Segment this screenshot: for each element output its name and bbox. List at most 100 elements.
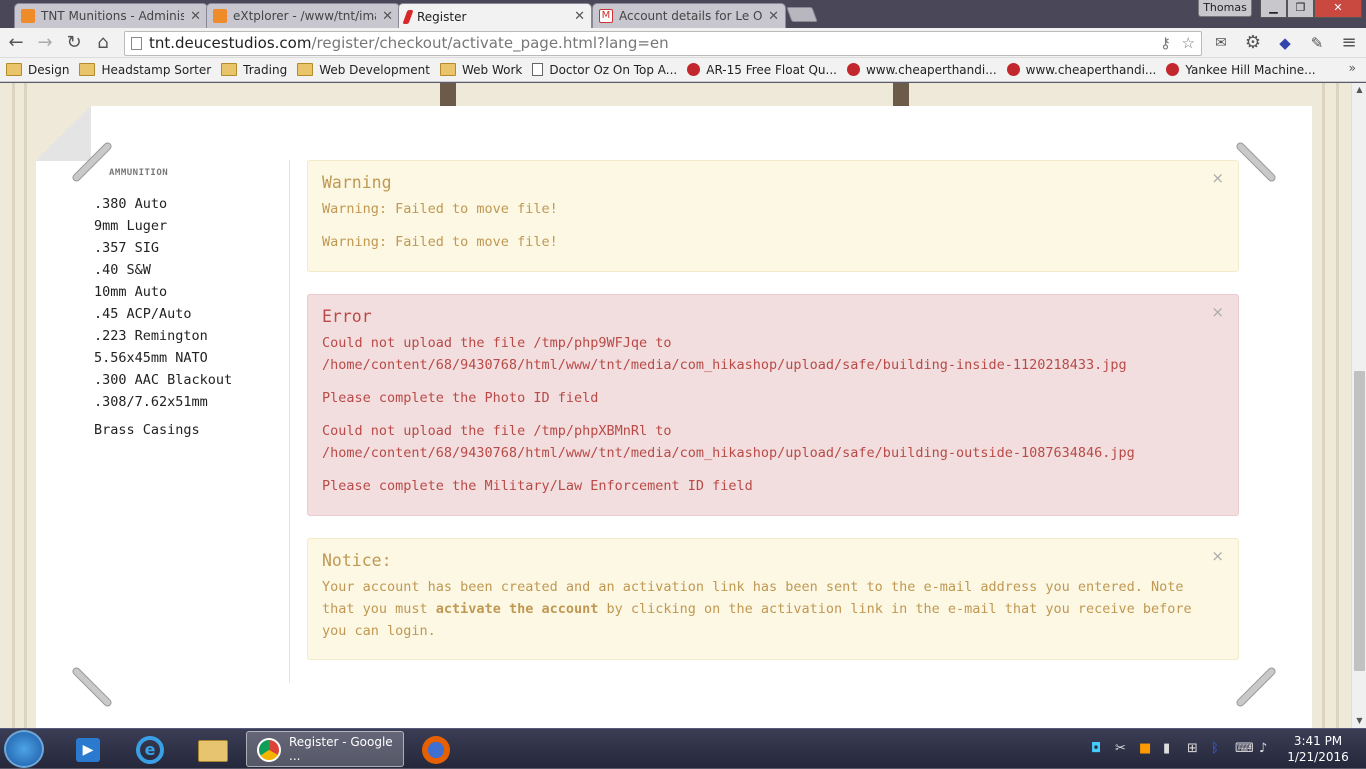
sidebar-item[interactable]: .308/7.62x51mm [94, 394, 208, 410]
eyedropper-icon[interactable]: ✎ [1306, 32, 1328, 54]
bookmark-label: Yankee Hill Machine... [1185, 62, 1316, 77]
bookmark-label: www.cheaperthandi... [865, 62, 997, 77]
bookmark-yankee-hill[interactable]: Yankee Hill Machine... [1166, 62, 1316, 77]
tab-register[interactable]: Register ✕ [398, 3, 592, 29]
alert-message: Please complete the Photo ID field [322, 390, 599, 406]
bookmark-label: Trading [243, 62, 288, 77]
close-alert-icon[interactable]: × [1211, 547, 1224, 565]
tab-tnt-admin[interactable]: TNT Munitions - Administr ✕ [14, 3, 208, 28]
tab-strip: TNT Munitions - Administr ✕ eXtplorer - … [0, 0, 1366, 29]
tab-title: Account details for Le One [619, 9, 763, 23]
sidebar-heading: AMMUNITION [109, 168, 169, 178]
sidebar-item[interactable]: .380 Auto [94, 196, 167, 212]
bookmark-star-icon[interactable]: ☆ [1182, 32, 1195, 55]
bookmark-headstamp-sorter[interactable]: Headstamp Sorter [79, 63, 211, 77]
reload-icon[interactable]: ↻ [63, 32, 85, 54]
back-icon[interactable]: ← [5, 32, 27, 54]
tray-app-icon[interactable]: ■ [1139, 741, 1151, 756]
sidebar-item[interactable]: .45 ACP/Auto [94, 306, 192, 322]
minimize-icon[interactable]: ▁ [1260, 0, 1287, 18]
bookmark-label: Web Work [461, 62, 523, 77]
close-tab-icon[interactable]: ✕ [190, 9, 201, 24]
sidebar-item[interactable]: 9mm Luger [94, 218, 167, 234]
bookmark-cheaperthandirt-1[interactable]: www.cheaperthandi... [846, 62, 997, 77]
close-tab-icon[interactable]: ✕ [768, 9, 779, 24]
sidebar-item[interactable]: 5.56x45mm NATO [94, 350, 208, 366]
scrollbar-thumb[interactable] [1354, 371, 1365, 671]
media-player-icon[interactable]: ▶ [62, 733, 114, 767]
gmail-icon: M [599, 9, 613, 23]
clock-date: 1/21/2016 [1287, 750, 1349, 764]
sidebar-item[interactable]: .40 S&W [94, 262, 151, 278]
profile-button[interactable]: Thomas [1198, 0, 1252, 17]
more-bookmarks-icon[interactable]: » [1349, 61, 1356, 75]
key-icon[interactable]: ⚷ [1160, 32, 1171, 55]
scroll-down-icon[interactable]: ▼ [1352, 714, 1366, 728]
gear-icon[interactable]: ⚙ [1242, 32, 1264, 54]
folder-icon [439, 63, 456, 76]
sidebar-item[interactable]: .357 SIG [94, 240, 159, 256]
bluetooth-icon[interactable]: ᛒ [1211, 741, 1219, 756]
tray-app-icon[interactable]: ◘ [1091, 741, 1101, 756]
ammunition-sidebar: AMMUNITION .380 Auto 9mm Luger .357 SIG … [94, 160, 290, 683]
close-alert-icon[interactable]: × [1211, 169, 1224, 187]
folder-icon [297, 63, 314, 76]
bookmarks-bar: Design Headstamp Sorter Trading Web Deve… [0, 58, 1366, 82]
clock[interactable]: 3:41 PM 1/21/2016 [1280, 733, 1356, 765]
address-bar[interactable]: tnt.deucestudios.com/register/checkout/a… [124, 31, 1202, 56]
close-alert-icon[interactable]: × [1211, 303, 1224, 321]
tray-app-icon[interactable]: ✂ [1115, 741, 1126, 756]
tab-gmail[interactable]: M Account details for Le One ✕ [592, 3, 786, 28]
clock-time: 3:41 PM [1293, 734, 1343, 748]
bookmark-cheaperthandirt-2[interactable]: www.cheaperthandi... [1006, 63, 1156, 77]
taskbar-chrome-window[interactable]: Register - Google ... [246, 731, 404, 767]
sidebar-item[interactable]: .223 Remington [94, 328, 208, 344]
bookmark-doctor-oz[interactable]: Doctor Oz On Top A... [532, 63, 677, 77]
internet-explorer-icon[interactable]: e [124, 733, 176, 767]
start-button[interactable] [4, 730, 44, 768]
extension-icon[interactable]: ✉ [1210, 32, 1232, 54]
bookmark-web-development[interactable]: Web Development [297, 63, 430, 77]
notice-bold-text: activate the account [435, 601, 599, 617]
close-tab-icon[interactable]: ✕ [382, 9, 393, 24]
bookmark-ar15[interactable]: AR-15 Free Float Qu... [687, 63, 837, 77]
tab-extplorer[interactable]: eXtplorer - /www/tnt/imag ✕ [206, 3, 400, 28]
close-tab-icon[interactable]: ✕ [574, 9, 585, 24]
maximize-icon[interactable]: ❐ [1287, 0, 1314, 18]
alert-heading: Error [322, 307, 372, 326]
forward-icon[interactable]: → [34, 32, 56, 54]
sidebar-item-brass-casings[interactable]: Brass Casings [94, 422, 200, 438]
gun-site-icon [687, 63, 701, 76]
bookmark-web-work[interactable]: Web Work [439, 62, 523, 77]
sidebar-item[interactable]: .300 AAC Blackout [94, 372, 232, 388]
new-tab-button[interactable] [786, 7, 818, 22]
network-icon[interactable]: ⌨ [1235, 741, 1254, 756]
signal-icon[interactable]: ▮ [1163, 741, 1170, 756]
page-icon [532, 63, 544, 76]
alert-message: Could not upload the file /tmp/php9WFJqe… [322, 335, 672, 351]
tab-title: TNT Munitions - Administr [41, 9, 185, 23]
warning-alert: × Warning Warning: Failed to move file! … [307, 160, 1239, 272]
windows-flag-icon[interactable]: ⊞ [1187, 741, 1198, 756]
alert-message: Please complete the Military/Law Enforce… [322, 478, 753, 494]
extension-icon[interactable]: ◆ [1274, 32, 1296, 54]
menu-icon[interactable]: ≡ [1338, 32, 1360, 54]
bookmark-design[interactable]: Design [6, 63, 69, 77]
sidebar-item[interactable]: 10mm Auto [94, 284, 167, 300]
page-icon [131, 37, 142, 50]
system-tray: ◘ ✂ ■ ▮ ⊞ ᛒ ⌨ ♪ [1085, 729, 1285, 769]
browser-window: TNT Munitions - Administr ✕ eXtplorer - … [0, 0, 1366, 768]
alert-message: Your account has been created and an act… [322, 576, 1224, 642]
scroll-up-icon[interactable]: ▲ [1352, 83, 1366, 97]
gun-site-icon [1006, 63, 1020, 76]
alert-message: Could not upload the file /tmp/phpXBMnRl… [322, 423, 672, 439]
bookmark-trading[interactable]: Trading [221, 63, 287, 77]
bookmark-label: Headstamp Sorter [101, 62, 212, 77]
bookmark-label: Design [28, 62, 70, 77]
volume-icon[interactable]: ♪ [1259, 741, 1267, 756]
vertical-scrollbar[interactable]: ▲ ▼ [1351, 83, 1366, 728]
close-window-icon[interactable]: ✕ [1314, 0, 1362, 18]
firefox-icon[interactable] [410, 733, 462, 767]
file-explorer-icon[interactable] [186, 733, 238, 767]
home-icon[interactable]: ⌂ [92, 32, 114, 54]
